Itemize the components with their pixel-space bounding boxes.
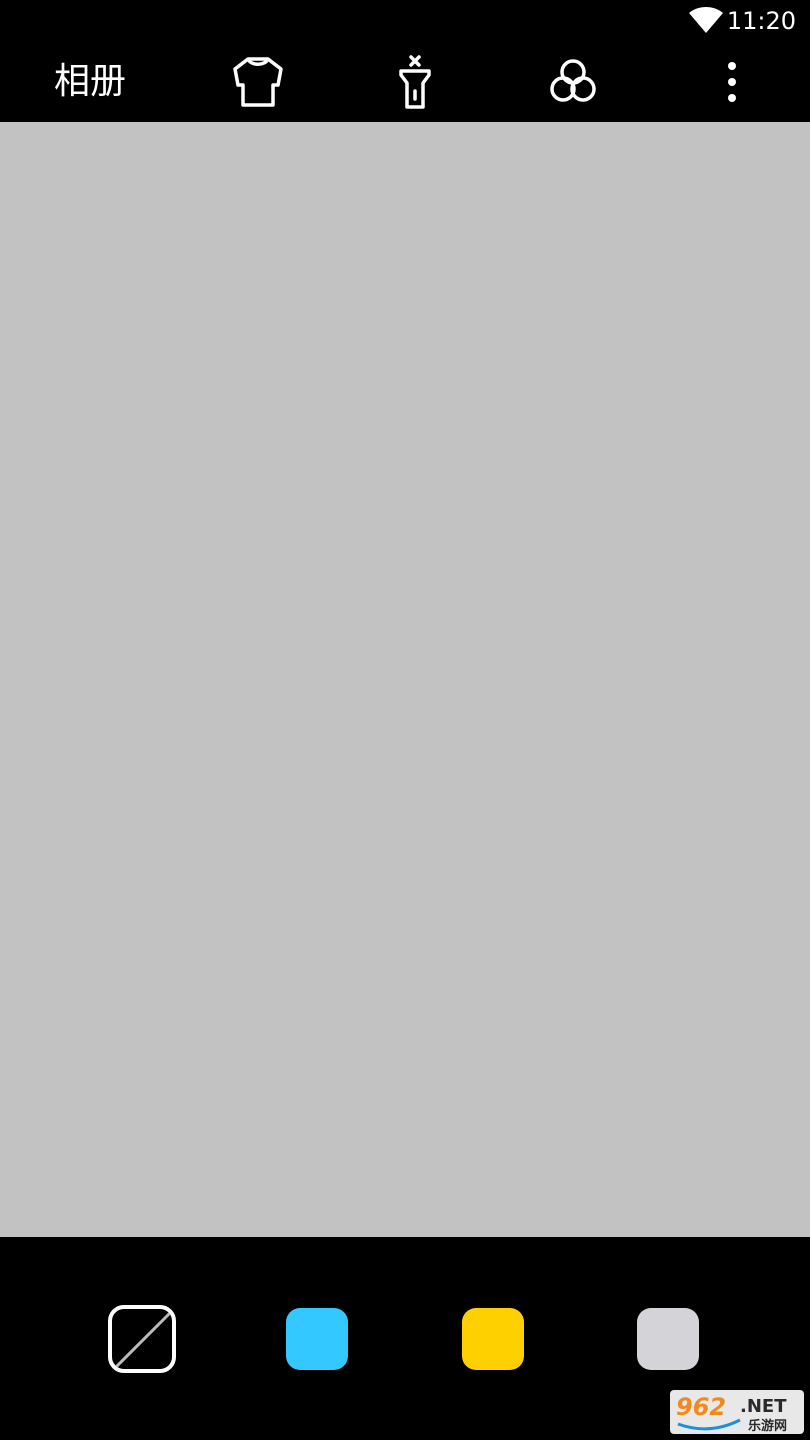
swatch-blue[interactable] [286, 1308, 348, 1370]
watermark-suffix: .NET [740, 1396, 787, 1417]
swatch-no-color[interactable] [108, 1305, 176, 1373]
watermark-brand: 962 [676, 1393, 726, 1421]
filter-button[interactable] [541, 52, 605, 112]
flashlight-icon [399, 55, 431, 109]
swatch-gray[interactable] [637, 1308, 699, 1370]
more-vertical-icon [728, 62, 736, 102]
more-button[interactable] [700, 52, 764, 112]
watermark-subtitle: 乐游网 [748, 1418, 787, 1434]
color-preview-area [0, 122, 810, 1237]
filter-circles-icon [550, 59, 596, 102]
status-time: 11:20 [726, 7, 796, 35]
app-root: 11:20 相册 962 .NET 乐游网 [0, 0, 810, 1440]
watermark-logo: 962 .NET 乐游网 [670, 1390, 804, 1434]
album-button[interactable]: 相册 [40, 52, 140, 112]
top-toolbar: 相册 [0, 42, 810, 122]
no-color-slash-icon [114, 1311, 172, 1369]
flashlight-button[interactable] [383, 52, 447, 112]
shirt-button[interactable] [226, 52, 290, 112]
swatch-yellow[interactable] [462, 1308, 524, 1370]
wifi-icon [689, 7, 723, 33]
status-bar: 11:20 [0, 0, 810, 42]
shirt-icon [233, 57, 283, 107]
